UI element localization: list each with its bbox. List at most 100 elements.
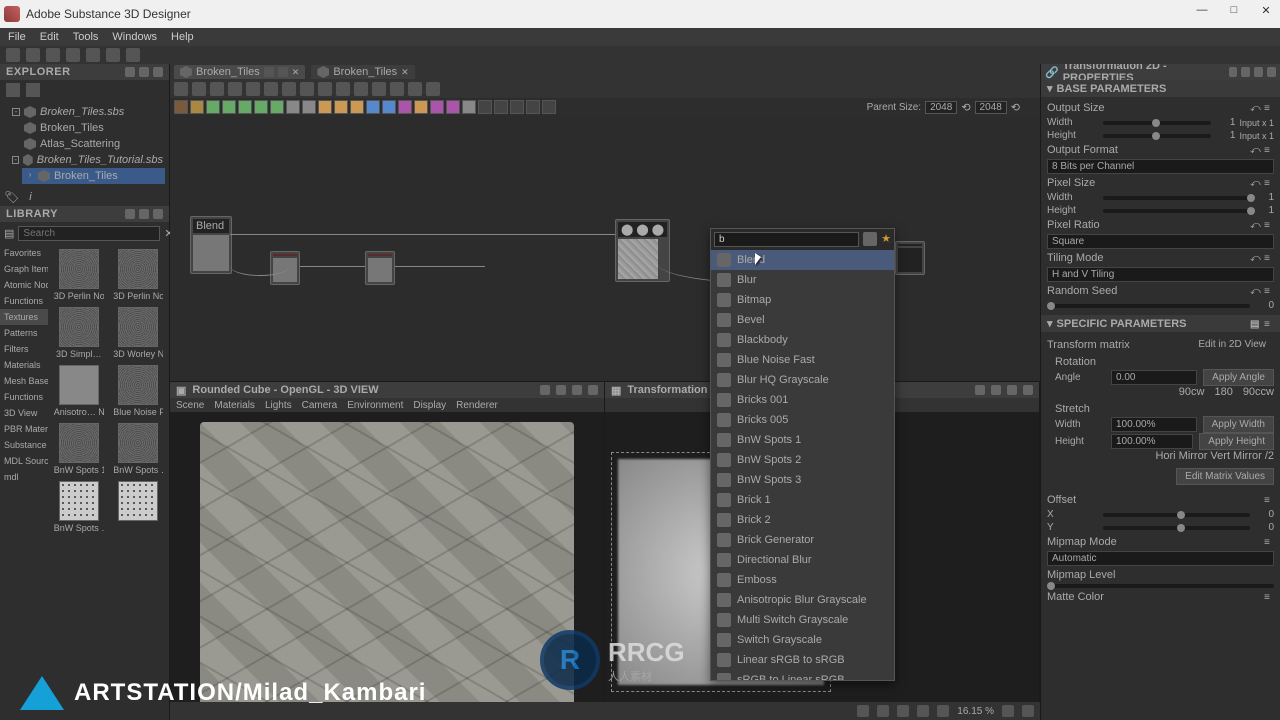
menu-tools[interactable]: Tools <box>73 31 99 43</box>
graph-tab[interactable]: Broken_Tiles✕ <box>174 65 305 79</box>
graph-tool[interactable] <box>408 82 422 96</box>
graph-tool[interactable] <box>390 82 404 96</box>
rot-90ccw[interactable]: 90ccw <box>1243 386 1274 398</box>
toolbar-button[interactable] <box>46 48 60 62</box>
lib-cat[interactable]: MDL Sources <box>0 453 48 469</box>
parent-size-dropdown[interactable]: 2048 <box>925 101 957 114</box>
node-search-item[interactable]: Blur HQ Grayscale <box>711 370 894 390</box>
explorer-tool[interactable] <box>6 83 20 97</box>
graph-tool[interactable] <box>246 82 260 96</box>
node-search-item[interactable]: Brick Generator <box>711 530 894 550</box>
node-search-item[interactable]: Blend <box>711 250 894 270</box>
toolbar-button[interactable] <box>6 48 20 62</box>
node-search-item[interactable]: Bevel <box>711 310 894 330</box>
palette-item[interactable] <box>318 100 332 114</box>
graph-tool[interactable] <box>174 82 188 96</box>
graph-tool[interactable] <box>336 82 350 96</box>
lib-thumb[interactable]: Blue Noise Fast <box>112 365 166 417</box>
node-search-item[interactable]: BnW Spots 3 <box>711 470 894 490</box>
palette-item[interactable] <box>366 100 380 114</box>
graph-tool[interactable] <box>192 82 206 96</box>
gear-icon[interactable] <box>139 209 149 219</box>
grid-icon[interactable] <box>863 232 877 246</box>
graph-tool[interactable] <box>372 82 386 96</box>
menu-icon[interactable]: ≡ <box>1264 220 1274 230</box>
tree-file[interactable]: -Broken_Tiles_Tutorial.sbs <box>10 152 165 168</box>
node-search-item[interactable]: Blur <box>711 270 894 290</box>
angle-input[interactable]: 0.00 <box>1111 370 1197 385</box>
lib-cat[interactable]: Filters <box>0 341 48 357</box>
link-icon[interactable]: ⟲ <box>961 101 970 114</box>
rot-90cw[interactable]: 90cw <box>1179 386 1205 398</box>
close-icon[interactable] <box>153 67 163 77</box>
toolbar-button[interactable] <box>86 48 100 62</box>
lib-thumb[interactable]: 3D Worley Noise <box>112 307 166 359</box>
node-graph[interactable]: Blend ⬤ ⬤ ⬤ <box>170 116 1040 381</box>
tree-graph[interactable]: Atlas_Scattering <box>22 136 165 152</box>
lib-cat[interactable]: PBR Materials <box>0 421 48 437</box>
graph-tool[interactable] <box>354 82 368 96</box>
pin-icon[interactable] <box>975 385 985 395</box>
lib-cat[interactable]: Substance <box>0 437 48 453</box>
lib-thumb[interactable]: 3D Simpl… <box>52 307 106 359</box>
max-icon[interactable] <box>572 385 582 395</box>
refresh-icon[interactable]: ⟲ <box>1011 101 1020 114</box>
graph-tool[interactable] <box>282 82 296 96</box>
toolbar-button[interactable] <box>126 48 140 62</box>
gear-icon[interactable] <box>139 67 149 77</box>
stretch-w-input[interactable]: 100.00% <box>1111 417 1197 432</box>
graph-tool[interactable] <box>264 82 278 96</box>
collapse-icon[interactable]: ▾ <box>1047 82 1053 95</box>
lib-thumb[interactable]: 3D Perlin Noise … <box>112 249 166 301</box>
palette-item[interactable] <box>430 100 444 114</box>
lib-cat[interactable]: Mesh Based <box>0 373 48 389</box>
close-icon[interactable] <box>153 209 163 219</box>
node-search-item[interactable]: sRGB to Linear sRGB <box>711 670 894 680</box>
menu-windows[interactable]: Windows <box>112 31 157 43</box>
node-search-input[interactable] <box>714 232 859 247</box>
apply-width-button[interactable]: Apply Width <box>1203 416 1274 433</box>
close-icon[interactable] <box>588 385 598 395</box>
favorite-icon[interactable]: ★ <box>881 232 891 247</box>
edit-matrix-button[interactable]: Edit Matrix Values <box>1176 468 1274 485</box>
menu-icon[interactable]: ≡ <box>1264 537 1274 547</box>
node-search-item[interactable]: Bricks 001 <box>711 390 894 410</box>
pin-icon[interactable] <box>1229 67 1238 77</box>
node-search-item[interactable]: BnW Spots 1 <box>711 430 894 450</box>
graph-tool[interactable] <box>228 82 242 96</box>
menu-icon[interactable]: ≡ <box>1264 286 1274 296</box>
menu-icon[interactable]: ≡ <box>1264 319 1274 329</box>
3d-menu[interactable]: Materials <box>214 400 255 411</box>
node-search-item[interactable]: Directional Blur <box>711 550 894 570</box>
menu-icon[interactable]: ≡ <box>1264 592 1274 602</box>
toolbar-button[interactable] <box>66 48 80 62</box>
tag-icon[interactable]: 🏷 <box>4 190 19 204</box>
graph-tool[interactable] <box>426 82 440 96</box>
node-search-item[interactable]: Bricks 005 <box>711 410 894 430</box>
close-icon[interactable] <box>1267 67 1276 77</box>
3d-menu[interactable]: Lights <box>265 400 292 411</box>
lib-thumb[interactable]: BnW Spots 1 <box>52 423 106 475</box>
3d-viewport[interactable] <box>170 412 604 720</box>
node-search-item[interactable]: Brick 1 <box>711 490 894 510</box>
palette-item[interactable] <box>174 100 188 114</box>
palette-item[interactable] <box>270 100 284 114</box>
apply-angle-button[interactable]: Apply Angle <box>1203 369 1274 386</box>
lib-cat[interactable]: Atomic Nodes <box>0 277 48 293</box>
node-search-item[interactable]: Bitmap <box>711 290 894 310</box>
3d-menu[interactable]: Environment <box>347 400 403 411</box>
filter-icon[interactable]: ▤ <box>4 227 14 240</box>
menu-icon[interactable]: ▤ <box>1250 319 1260 329</box>
graph-tool[interactable] <box>318 82 332 96</box>
reset-icon[interactable]: ⤺ <box>1250 220 1260 230</box>
palette-item[interactable] <box>254 100 268 114</box>
palette-item[interactable] <box>190 100 204 114</box>
palette-item[interactable] <box>494 100 508 114</box>
mipmap-dropdown[interactable]: Automatic <box>1047 551 1274 566</box>
lib-cat-selected[interactable]: Textures <box>0 309 48 325</box>
3d-menu[interactable]: Renderer <box>456 400 498 411</box>
minimize-button[interactable]: — <box>1192 4 1212 24</box>
palette-item[interactable] <box>382 100 396 114</box>
menu-help[interactable]: Help <box>171 31 194 43</box>
3d-menu[interactable]: Camera <box>302 400 338 411</box>
